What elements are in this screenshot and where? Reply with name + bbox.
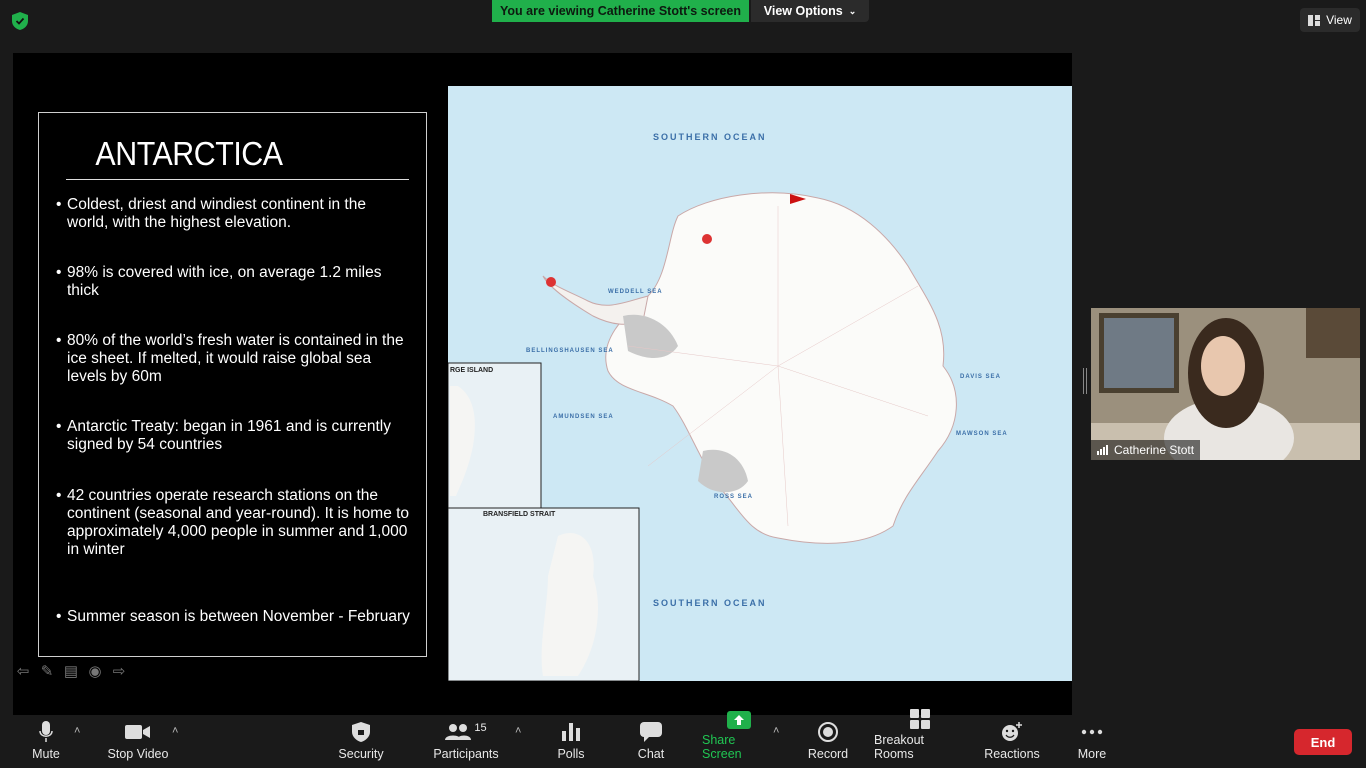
top-bar: You are viewing Catherine Stott's screen… bbox=[0, 0, 1366, 53]
participants-count: 15 bbox=[474, 722, 487, 734]
mute-label: Mute bbox=[32, 747, 60, 761]
panel-splitter-handle[interactable] bbox=[1083, 368, 1087, 394]
map-label-weddell: WEDDELL SEA bbox=[608, 289, 663, 295]
chat-button[interactable]: Chat bbox=[630, 715, 672, 768]
map-label-mawson: MAWSON SEA bbox=[956, 431, 1008, 437]
participant-name: Catherine Stott bbox=[1114, 443, 1195, 457]
more-label: More bbox=[1077, 747, 1107, 761]
bullet-5: 42 countries operate research stations o… bbox=[56, 487, 411, 559]
share-screen-button[interactable]: Share Screen bbox=[702, 711, 776, 768]
more-dots-icon bbox=[1079, 721, 1105, 743]
slides-icon[interactable]: ▤ bbox=[61, 661, 81, 681]
view-button[interactable]: View bbox=[1300, 8, 1360, 32]
record-button[interactable]: Record bbox=[806, 715, 850, 768]
share-screen-label: Share Screen bbox=[702, 733, 742, 761]
stop-video-button[interactable]: Stop Video bbox=[106, 715, 170, 768]
participant-video-frame bbox=[1091, 308, 1360, 460]
video-options-caret-icon[interactable]: ˄ bbox=[172, 725, 178, 737]
antarctica-map: SOUTHERN OCEAN SOUTHERN OCEAN WEDDELL SE… bbox=[448, 86, 1072, 681]
map-label-amundsen: AMUNDSEN SEA bbox=[553, 414, 614, 420]
meeting-toolbar: Mute ˄ Stop Video ˄ Security 15 Particip… bbox=[0, 709, 1366, 768]
map-label-ross: ROSS SEA bbox=[714, 494, 754, 500]
shared-screen: ANTARCTICA Coldest, driest and windiest … bbox=[13, 53, 1072, 715]
reactions-label: Reactions bbox=[984, 747, 1040, 761]
bullet-4: Antarctic Treaty: began in 1961 and is c… bbox=[56, 418, 411, 454]
arrow-left-icon[interactable]: ⇦ bbox=[13, 661, 33, 681]
breakout-rooms-label: Breakout Rooms bbox=[874, 733, 925, 761]
continent-shape bbox=[448, 192, 957, 681]
view-options-button[interactable]: View Options ⌄ bbox=[751, 0, 869, 22]
signal-bars-icon bbox=[1097, 445, 1108, 455]
title-divider bbox=[66, 179, 409, 180]
bullet-6: Summer season is between November - Febr… bbox=[56, 608, 411, 626]
map-label-ocean-top: SOUTHERN OCEAN bbox=[653, 132, 767, 142]
participants-options-caret-icon[interactable]: ˄ bbox=[515, 725, 521, 737]
bullet-3: 80% of the world’s fresh water is contai… bbox=[56, 332, 411, 386]
share-screen-icon bbox=[726, 711, 752, 729]
participant-video-tile[interactable]: Catherine Stott bbox=[1091, 308, 1360, 460]
stop-video-label: Stop Video bbox=[107, 747, 169, 761]
inset-label-bransfield: BRANSFIELD STRAIT bbox=[483, 511, 556, 518]
pen-icon[interactable]: ✎ bbox=[37, 661, 57, 681]
record-icon bbox=[815, 721, 841, 743]
shield-icon[interactable] bbox=[12, 12, 28, 30]
slide-title: ANTARCTICA bbox=[95, 135, 283, 172]
breakout-rooms-button[interactable]: Breakout Rooms bbox=[874, 709, 966, 768]
inset-label-island: RGE ISLAND bbox=[450, 367, 494, 374]
view-label: View bbox=[1326, 13, 1352, 27]
security-shield-icon bbox=[348, 721, 374, 743]
participants-icon: 15 bbox=[441, 721, 491, 743]
mute-options-caret-icon[interactable]: ˄ bbox=[74, 725, 80, 737]
end-meeting-button[interactable]: End bbox=[1294, 729, 1352, 755]
reactions-button[interactable]: Reactions bbox=[984, 715, 1040, 768]
microphone-icon bbox=[33, 721, 59, 743]
polls-chart-icon bbox=[558, 721, 584, 743]
more-button[interactable]: More bbox=[1074, 715, 1110, 768]
polls-label: Polls bbox=[557, 747, 585, 761]
record-label: Record bbox=[807, 747, 849, 761]
security-button[interactable]: Security bbox=[334, 715, 388, 768]
map-label-ocean-bottom: SOUTHERN OCEAN bbox=[653, 598, 767, 608]
map-label-davis: DAVIS SEA bbox=[960, 374, 1001, 380]
chat-bubble-icon bbox=[638, 721, 664, 743]
arrow-right-icon[interactable]: ⇨ bbox=[109, 661, 129, 681]
breakout-rooms-icon bbox=[907, 709, 933, 729]
bullet-2: 98% is covered with ice, on average 1.2 … bbox=[56, 264, 411, 300]
slide-text-box: ANTARCTICA Coldest, driest and windiest … bbox=[38, 112, 427, 657]
reactions-smiley-icon bbox=[999, 721, 1025, 743]
chat-label: Chat bbox=[637, 747, 665, 761]
video-camera-icon bbox=[125, 721, 151, 743]
view-grid-icon bbox=[1308, 14, 1321, 26]
viewing-banner: You are viewing Catherine Stott's screen bbox=[492, 0, 749, 22]
participant-name-tag: Catherine Stott bbox=[1091, 440, 1201, 460]
polls-button[interactable]: Polls bbox=[550, 715, 592, 768]
mute-button[interactable]: Mute bbox=[24, 715, 68, 768]
bullet-1: Coldest, driest and windiest continent i… bbox=[56, 196, 411, 232]
view-options-label: View Options bbox=[763, 4, 843, 18]
share-options-caret-icon[interactable]: ˄ bbox=[773, 725, 779, 737]
zoom-icon[interactable]: ◉ bbox=[85, 661, 105, 681]
slide-navigation: ⇦ ✎ ▤ ◉ ⇨ bbox=[13, 659, 129, 683]
participants-button[interactable]: 15 Participants bbox=[432, 715, 500, 768]
participants-label: Participants bbox=[433, 747, 499, 761]
chevron-down-icon: ⌄ bbox=[848, 5, 857, 16]
security-label: Security bbox=[338, 747, 384, 761]
map-label-bellingshausen: BELLINGSHAUSEN SEA bbox=[526, 348, 614, 354]
